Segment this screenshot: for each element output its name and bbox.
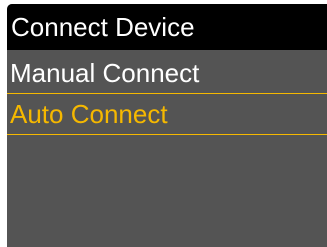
menu-item-auto-connect[interactable]: Auto Connect bbox=[7, 93, 327, 135]
menu-item-label: Manual Connect bbox=[10, 58, 200, 88]
menu-item-manual-connect[interactable]: Manual Connect bbox=[7, 52, 327, 93]
screen-title: Connect Device bbox=[11, 12, 195, 42]
menu-item-label: Auto Connect bbox=[10, 99, 168, 129]
device-screen: Connect Device Manual Connect Auto Conne… bbox=[7, 4, 327, 247]
title-bar: Connect Device bbox=[7, 4, 327, 50]
